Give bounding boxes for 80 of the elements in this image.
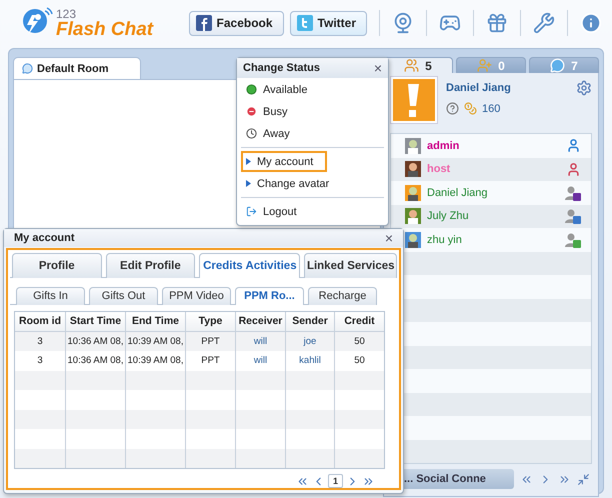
user-row[interactable]: admin xyxy=(391,134,591,158)
tab-count: 5 xyxy=(425,58,432,72)
info-icon[interactable] xyxy=(580,12,602,34)
sub-tab[interactable]: PPM Video xyxy=(162,286,231,304)
room-tab[interactable]: Default Room xyxy=(13,57,141,79)
busy-icon xyxy=(246,106,257,117)
user-name: Daniel Jiang xyxy=(427,186,489,199)
webcam-icon[interactable] xyxy=(392,12,414,34)
twitter-logo xyxy=(296,15,313,31)
close-button[interactable]: × xyxy=(384,230,393,245)
wrench-icon[interactable] xyxy=(533,12,555,34)
sub-tab[interactable]: Recharge xyxy=(308,286,377,304)
gift-icon[interactable] xyxy=(486,12,508,34)
menu-title: Change Status xyxy=(243,62,320,74)
column-header: Type xyxy=(186,312,236,332)
table-cell: 10:39 AM 08, xyxy=(126,351,186,370)
user-row[interactable]: Daniel Jiang xyxy=(391,181,591,204)
settings-icon[interactable] xyxy=(576,80,592,96)
table-cell: will xyxy=(236,332,286,351)
room-title: Default Room xyxy=(37,62,108,74)
user-icon xyxy=(565,232,581,248)
menu-item[interactable]: Change avatar xyxy=(241,173,384,194)
user-icon xyxy=(565,208,581,224)
table-cell: 3 xyxy=(15,332,66,351)
table-cell: PPT xyxy=(186,332,236,351)
table-cell: 50 xyxy=(335,332,384,351)
coins-icon xyxy=(464,102,477,115)
table-cell: 10:39 AM 08, xyxy=(126,332,186,351)
table-cell: 10:36 AM 08, xyxy=(66,351,126,370)
user-icon xyxy=(566,138,581,154)
column-header: Sender xyxy=(286,312,335,332)
table-cell: 10:36 AM 08, xyxy=(66,332,126,351)
share-button[interactable]: Twitter xyxy=(290,10,367,36)
triangle-icon xyxy=(246,180,251,187)
profile-name: Daniel Jiang xyxy=(446,82,511,94)
facebook-logo xyxy=(196,15,212,31)
clock-icon xyxy=(246,128,257,139)
triangle-icon xyxy=(246,158,251,165)
menu-item[interactable]: My account xyxy=(241,151,327,172)
user-name: host xyxy=(427,163,452,176)
menu-item[interactable]: Logout xyxy=(241,201,384,222)
logo-number: 123 xyxy=(56,8,78,20)
restore-window-icon[interactable] xyxy=(577,472,590,486)
tab-count: 0 xyxy=(498,58,505,72)
menu-item[interactable]: Away xyxy=(241,123,384,144)
user-name: admin xyxy=(427,140,460,152)
table-cell: joe xyxy=(286,332,335,351)
tab[interactable]: Linked Services xyxy=(304,252,397,278)
status-dot-icon xyxy=(246,84,257,95)
user-icon xyxy=(565,184,581,201)
tab[interactable]: Profile xyxy=(12,252,102,278)
sub-tab[interactable]: Gifts In xyxy=(16,286,85,304)
column-header: Start Time xyxy=(66,312,126,332)
logo-name: Flash Chat xyxy=(56,20,154,38)
chat-bubble-icon xyxy=(550,58,566,73)
dialog-title: My account xyxy=(14,232,75,244)
avatar-button[interactable] xyxy=(390,76,438,124)
sub-tab[interactable]: PPM Ro... xyxy=(235,286,304,304)
credits-count: 160 xyxy=(482,102,500,114)
chat-bubble-icon xyxy=(22,63,33,74)
sub-tab[interactable]: Gifts Out xyxy=(89,286,158,304)
column-header: Receiver xyxy=(236,312,286,332)
user-icon xyxy=(566,162,581,177)
user-name: zhu yin xyxy=(427,234,463,246)
column-header: End Time xyxy=(126,312,186,332)
tab[interactable]: Edit Profile xyxy=(106,252,196,278)
page-number[interactable]: 1 xyxy=(328,474,343,488)
tab[interactable]: Credits Activities xyxy=(199,252,300,278)
user-name: July Zhu xyxy=(427,210,470,222)
share-button[interactable]: Facebook xyxy=(188,10,284,36)
logout-icon xyxy=(246,206,257,217)
menu-item[interactable]: Busy xyxy=(241,101,384,122)
users-icon xyxy=(404,58,420,73)
menu-item[interactable]: Available xyxy=(241,79,384,100)
column-header: Room id xyxy=(15,312,66,332)
tab-count: 7 xyxy=(571,58,578,72)
user-row[interactable]: July Zhu xyxy=(391,204,591,228)
user-plus-icon xyxy=(477,58,492,73)
unknown-user-icon xyxy=(446,102,459,115)
close-button[interactable]: × xyxy=(374,61,382,75)
